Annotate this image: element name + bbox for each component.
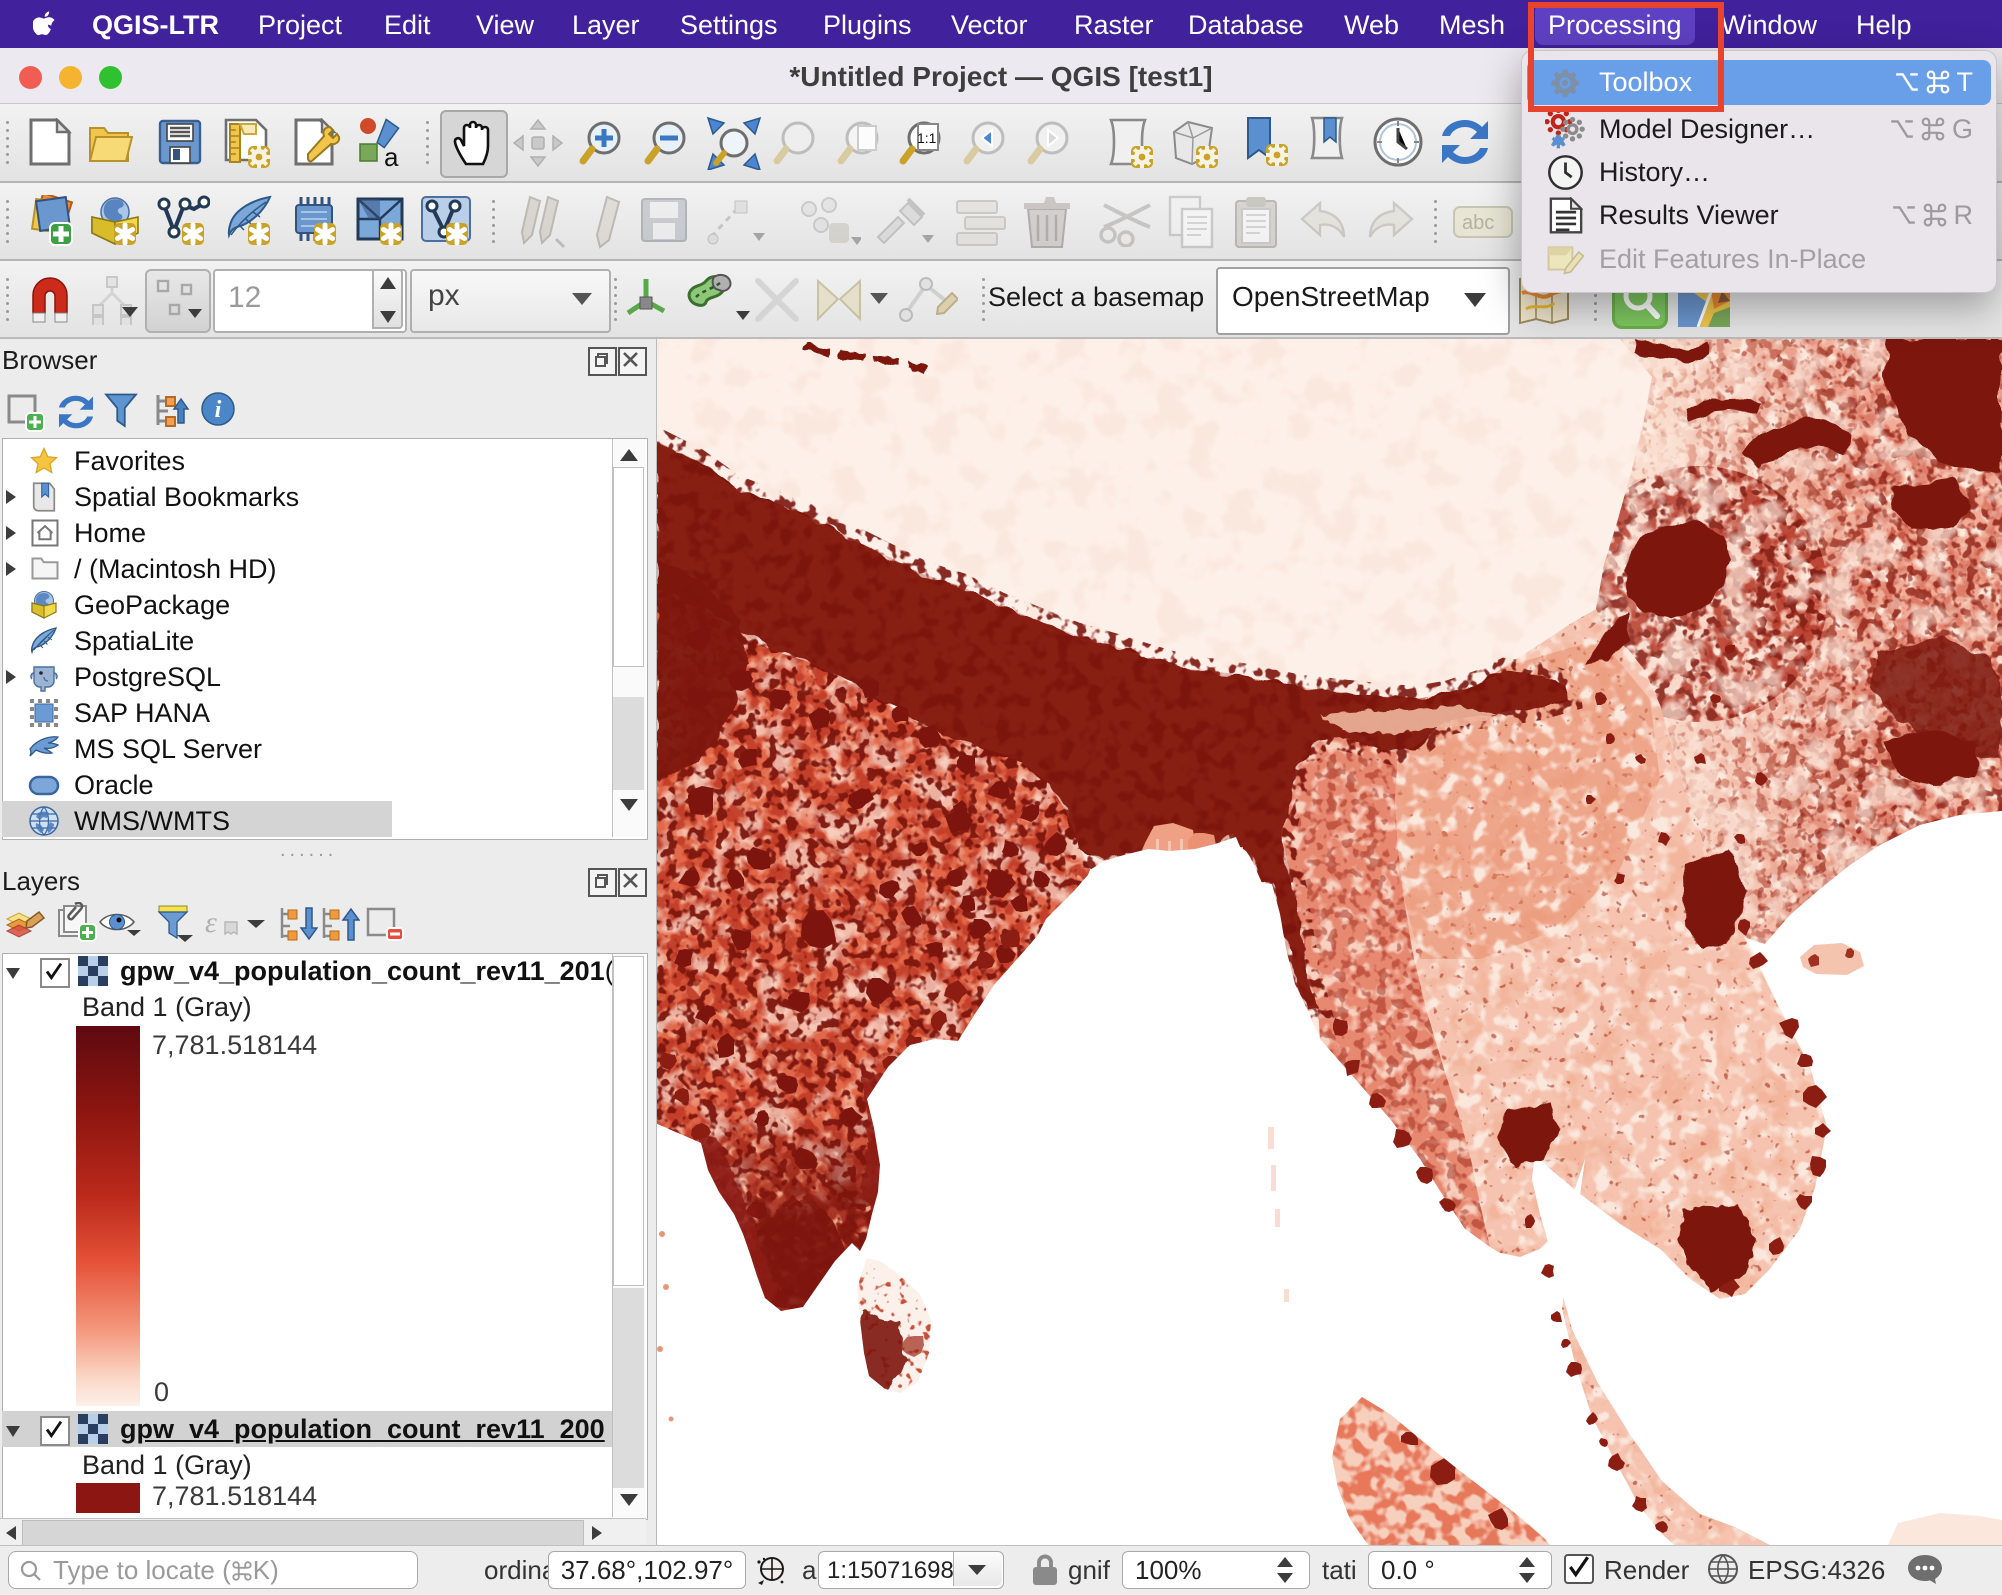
svg-text:ε: ε: [205, 906, 217, 939]
svg-text:i: i: [215, 397, 222, 423]
svg-text:a: a: [384, 142, 399, 168]
svg-text:1:1: 1:1: [917, 130, 937, 146]
svg-text:abc: abc: [1462, 212, 1494, 234]
